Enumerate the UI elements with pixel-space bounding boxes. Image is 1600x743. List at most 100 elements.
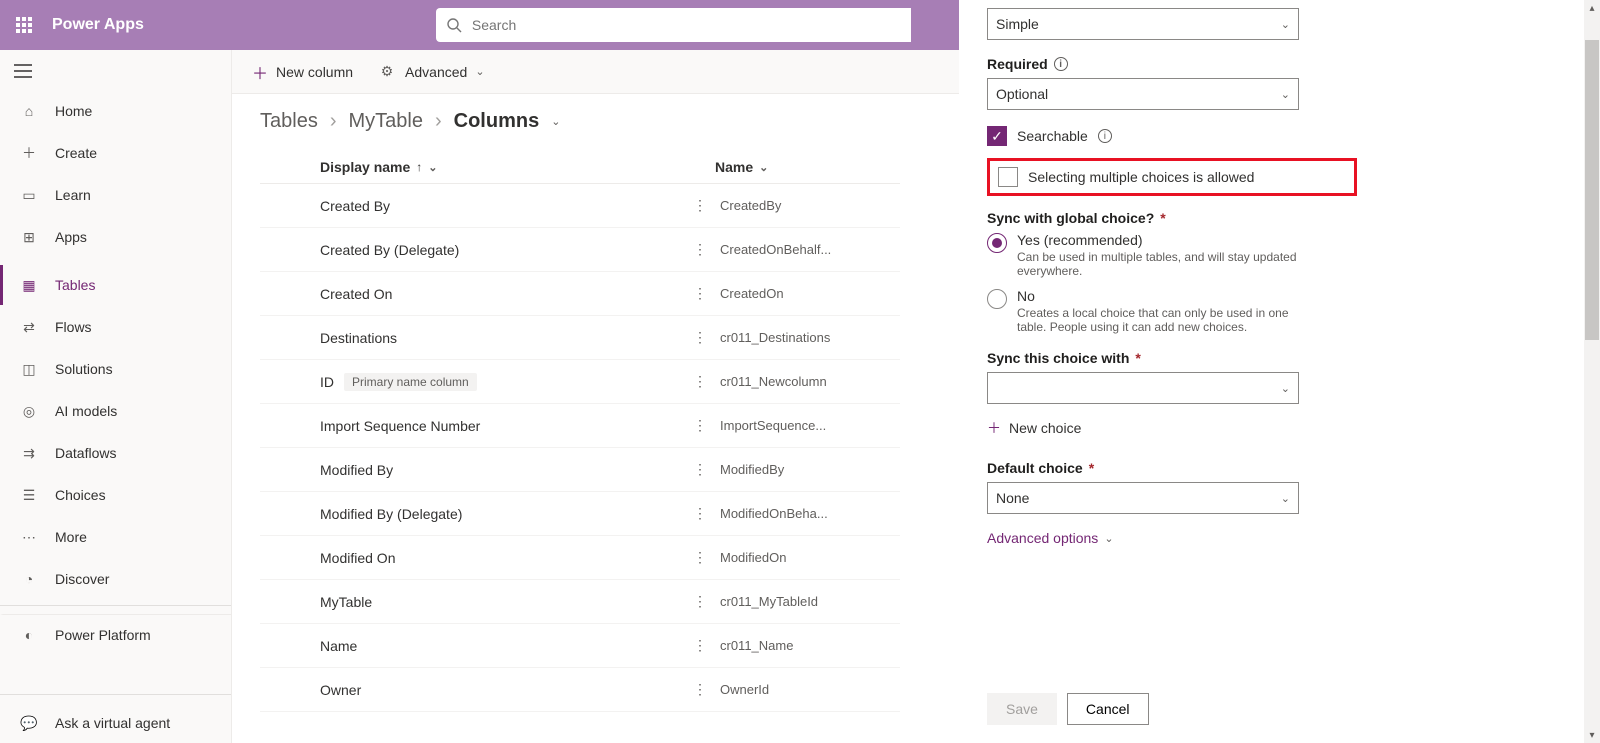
chevron-down-icon: ⌄ [1281, 88, 1290, 101]
sync-with-select[interactable]: ⌄ [987, 372, 1299, 404]
searchable-checkbox[interactable]: ✓ [987, 126, 1007, 146]
table-row[interactable]: MyTable ⋮cr011_MyTableId [260, 580, 900, 624]
table-row[interactable]: Import Sequence Number ⋮ImportSequence... [260, 404, 900, 448]
chevron-down-icon: ⌄ [428, 161, 437, 174]
sidebar-item-create[interactable]: ＋Create [0, 133, 231, 173]
columns-table: Display name ↑ ⌄ Name ⌄ Created By⋮Creat… [260, 151, 900, 712]
sidebar-item-label: Choices [55, 487, 106, 503]
sidebar-item-home[interactable]: ⌂ Home [0, 91, 231, 131]
row-schema-name: cr011_MyTableId [720, 594, 900, 609]
search-box[interactable] [436, 8, 911, 42]
advanced-button[interactable]: ⚙ Advanced ⌄ [373, 56, 489, 88]
table-row[interactable]: ID Primary name column⋮cr011_Newcolumn [260, 360, 900, 404]
sidebar-item-ai-models[interactable]: ◎AI models [0, 391, 231, 431]
cancel-button[interactable]: Cancel [1067, 693, 1149, 725]
sidebar-item-more[interactable]: ⋯More [0, 517, 231, 557]
row-display-name: Import Sequence Number [320, 418, 480, 434]
radio-yes-desc: Can be used in multiple tables, and will… [1017, 250, 1317, 278]
behavior-value: Simple [996, 16, 1039, 32]
default-choice-select[interactable]: None ⌄ [987, 482, 1299, 514]
scroll-down-arrow[interactable]: ▾ [1584, 727, 1600, 743]
sidebar-item-apps[interactable]: ⊞Apps [0, 217, 231, 257]
row-more-icon[interactable]: ⋮ [680, 549, 720, 566]
row-more-icon[interactable]: ⋮ [680, 197, 720, 214]
sidebar-item-tables[interactable]: ▦Tables [0, 265, 231, 305]
breadcrumb-current: Columns [454, 110, 540, 133]
row-more-icon[interactable]: ⋮ [680, 373, 720, 390]
table-row[interactable]: Modified On ⋮ModifiedOn [260, 536, 900, 580]
multiple-choices-checkbox[interactable] [998, 167, 1018, 187]
table-row[interactable]: Created By⋮CreatedBy [260, 184, 900, 228]
row-more-icon[interactable]: ⋮ [680, 241, 720, 258]
scroll-up-arrow[interactable]: ▴ [1584, 0, 1600, 16]
save-button: Save [987, 693, 1057, 725]
header-name[interactable]: Name ⌄ [715, 159, 900, 175]
sidebar-item-flows[interactable]: ⇄Flows [0, 307, 231, 347]
table-row[interactable]: Owner⋮OwnerId [260, 668, 900, 712]
sidebar-item-solutions[interactable]: ◫Solutions [0, 349, 231, 389]
table-row[interactable]: Destinations ⋮cr011_Destinations [260, 316, 900, 360]
row-more-icon[interactable]: ⋮ [680, 285, 720, 302]
waffle-icon[interactable] [8, 9, 40, 41]
radio-yes[interactable] [987, 233, 1007, 253]
row-more-icon[interactable]: ⋮ [680, 329, 720, 346]
home-icon: ⌂ [19, 101, 39, 121]
table-row[interactable]: Modified By (Delegate)⋮ModifiedOnBeha... [260, 492, 900, 536]
chevron-down-icon: ⌄ [1281, 382, 1290, 395]
row-schema-name: ImportSequence... [720, 418, 900, 433]
row-display-name: Created On [320, 286, 392, 302]
row-schema-name: OwnerId [720, 682, 900, 697]
sidebar-item-label: Learn [55, 187, 91, 203]
required-select[interactable]: Optional ⌄ [987, 78, 1299, 110]
table-row[interactable]: Modified By⋮ModifiedBy [260, 448, 900, 492]
new-choice-button[interactable]: ＋ New choice [987, 412, 1556, 444]
row-more-icon[interactable]: ⋮ [680, 461, 720, 478]
flow-icon: ⇄ [19, 317, 39, 337]
sidebar-item-label: Home [55, 103, 92, 119]
breadcrumb-mytable[interactable]: MyTable [348, 110, 422, 133]
row-schema-name: ModifiedOn [720, 550, 900, 565]
new-column-button[interactable]: ＋ New column [248, 54, 357, 90]
dataflow-icon: ⇉ [19, 443, 39, 463]
sidebar-item-dataflows[interactable]: ⇉Dataflows [0, 433, 231, 473]
info-icon[interactable]: i [1098, 129, 1112, 143]
breadcrumb-tables[interactable]: Tables [260, 110, 318, 133]
table-row[interactable]: Created On ⋮CreatedOn [260, 272, 900, 316]
hamburger-icon[interactable] [0, 56, 231, 89]
table-row[interactable]: Name⋮cr011_Name [260, 624, 900, 668]
chevron-down-icon: ⌄ [1281, 492, 1290, 505]
vertical-scrollbar[interactable]: ▴ ▾ [1584, 0, 1600, 743]
row-display-name: Modified On [320, 550, 395, 566]
row-more-icon[interactable]: ⋮ [680, 417, 720, 434]
row-display-name: Destinations [320, 330, 397, 346]
book-icon: ▭ [19, 185, 39, 205]
chevron-down-icon[interactable]: ⌄ [551, 115, 560, 128]
sidebar-item-learn[interactable]: ▭ Learn [0, 175, 231, 215]
row-schema-name: CreatedOn [720, 286, 900, 301]
info-icon[interactable]: i [1054, 57, 1068, 71]
row-more-icon[interactable]: ⋮ [680, 637, 720, 654]
advanced-label: Advanced [405, 64, 467, 80]
header-display-name[interactable]: Display name ↑ ⌄ [260, 159, 715, 175]
choices-icon: ☰ [19, 485, 39, 505]
chevron-down-icon: ⌄ [1281, 18, 1290, 31]
ask-virtual-agent[interactable]: 💬 Ask a virtual agent [0, 703, 231, 743]
more-icon: ⋯ [19, 527, 39, 547]
row-more-icon[interactable]: ⋮ [680, 593, 720, 610]
search-input[interactable] [470, 16, 901, 34]
row-display-name: Name [320, 638, 357, 654]
sidebar-item-discover[interactable]: ◔Discover [0, 559, 231, 599]
sidebar-item-power-platform[interactable]: ◐ Power Platform [0, 614, 231, 655]
sidebar-item-label: Solutions [55, 361, 113, 377]
scroll-thumb[interactable] [1585, 40, 1599, 340]
row-schema-name: cr011_Destinations [720, 330, 900, 345]
sidebar-item-choices[interactable]: ☰ Choices [0, 475, 231, 515]
chevron-right-icon: › [435, 110, 442, 133]
table-row[interactable]: Created By (Delegate)⋮CreatedOnBehalf... [260, 228, 900, 272]
behavior-select[interactable]: Simple ⌄ [987, 8, 1299, 40]
row-more-icon[interactable]: ⋮ [680, 505, 720, 522]
radio-no[interactable] [987, 289, 1007, 309]
row-more-icon[interactable]: ⋮ [680, 681, 720, 698]
row-display-name: MyTable [320, 594, 372, 610]
advanced-options-toggle[interactable]: Advanced options ⌄ [987, 530, 1556, 546]
